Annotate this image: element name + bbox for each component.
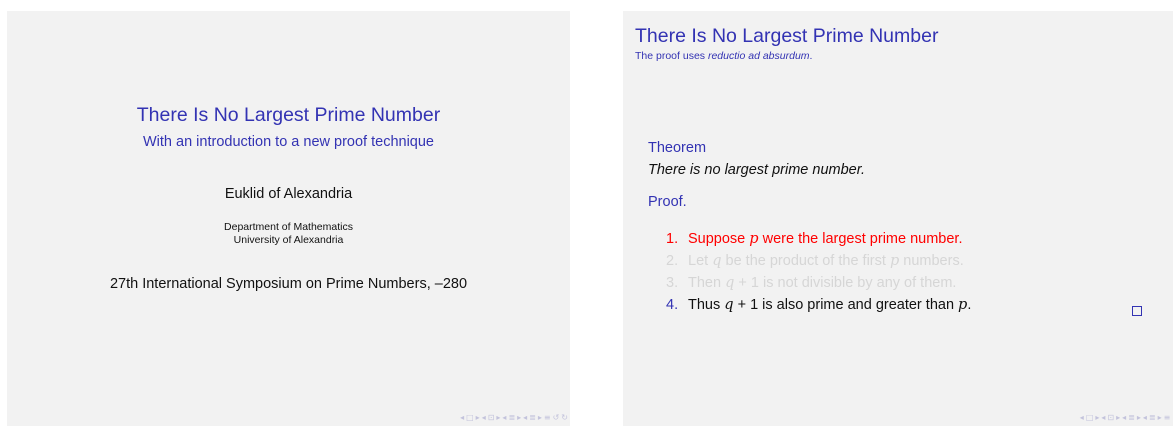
prev-subsection-arrow-icon[interactable]: ◂ <box>482 413 486 422</box>
proof-heading: Proof. <box>648 194 687 210</box>
institute-line-1: Department of Mathematics <box>224 221 353 233</box>
institute-line-2: University of Alexandria <box>233 234 344 246</box>
frame-icon[interactable]: □ <box>466 413 474 422</box>
proof-step-4: 4. Thus q + 1 is also prime and greater t… <box>666 297 972 313</box>
subsection-icon[interactable]: ⊡ <box>488 413 495 422</box>
theorem-text: There is no largest prime number. <box>648 162 866 178</box>
presentation-date: 27th International Symposium on Prime Nu… <box>109 276 468 292</box>
next-section-arrow-icon[interactable]: ▸ <box>517 413 521 422</box>
author: Euklid of Alexandria <box>224 186 353 202</box>
search-back-icon[interactable]: ↺ <box>553 413 560 422</box>
theorem-heading: Theorem <box>648 140 707 156</box>
search-forward-icon[interactable]: ↻ <box>561 413 568 422</box>
proof-steps: 1. Suppose p were the largest prime numbe… <box>666 228 971 316</box>
align-icon[interactable]: ≡ <box>544 413 551 422</box>
section-icon[interactable]: ≣ <box>1128 413 1135 422</box>
prev-slide-arrow-icon[interactable]: ◂ <box>460 413 464 422</box>
qed-square-icon <box>1132 306 1142 316</box>
emphasis-text: reductio ad absurdum <box>707 50 810 62</box>
next-doc-arrow-icon[interactable]: ▸ <box>538 413 542 422</box>
navigation-bar: ◂ □ ▸ ◂ ⊡ ▸ ◂ ≣ ▸ ◂ ≣ ▸ ≡ ↺ <box>1080 411 1173 423</box>
next-subsection-arrow-icon[interactable]: ▸ <box>1116 413 1120 422</box>
next-section-arrow-icon[interactable]: ▸ <box>1137 413 1141 422</box>
section-icon[interactable]: ≣ <box>508 413 515 422</box>
align-icon[interactable]: ≡ <box>1164 413 1171 422</box>
navigation-bar: ◂ □ ▸ ◂ ⊡ ▸ ◂ ≣ ▸ ◂ ≣ ▸ ≡ ↺ ↻ <box>460 411 568 423</box>
document-icon[interactable]: ≣ <box>529 413 536 422</box>
next-slide-arrow-icon[interactable]: ▸ <box>1095 413 1099 422</box>
subsection-icon[interactable]: ⊡ <box>1107 413 1114 422</box>
presentation-title: There Is No Largest Prime Number <box>136 104 441 126</box>
prev-doc-arrow-icon[interactable]: ◂ <box>1143 413 1147 422</box>
frame-title: There Is No Largest Prime Number <box>635 25 939 47</box>
presentation-subtitle: With an introduction to a new proof tech… <box>143 134 434 150</box>
frame-subtitle: The proof uses reductio ad absurdum. <box>635 50 813 62</box>
proof-slide: There Is No Largest Prime Number The pro… <box>623 11 1173 426</box>
document-icon[interactable]: ≣ <box>1149 413 1156 422</box>
proof-step-1: 1. Suppose p were the largest prime numbe… <box>666 231 963 247</box>
next-doc-arrow-icon[interactable]: ▸ <box>1158 413 1162 422</box>
institute: Department of Mathematics University of … <box>7 221 570 247</box>
prev-section-arrow-icon[interactable]: ◂ <box>1122 413 1126 422</box>
title-slide: There Is No Largest Prime Number With an… <box>7 11 570 426</box>
prev-slide-arrow-icon[interactable]: ◂ <box>1080 413 1084 422</box>
next-subsection-arrow-icon[interactable]: ▸ <box>496 413 500 422</box>
proof-step-3: 3. Then q + 1 is not divisible by any of … <box>666 275 957 291</box>
proof-step-2: 2. Let q be the product of the first p nu… <box>666 253 964 269</box>
prev-section-arrow-icon[interactable]: ◂ <box>502 413 506 422</box>
prev-subsection-arrow-icon[interactable]: ◂ <box>1101 413 1105 422</box>
next-slide-arrow-icon[interactable]: ▸ <box>476 413 480 422</box>
frame-icon[interactable]: □ <box>1086 413 1094 422</box>
prev-doc-arrow-icon[interactable]: ◂ <box>523 413 527 422</box>
